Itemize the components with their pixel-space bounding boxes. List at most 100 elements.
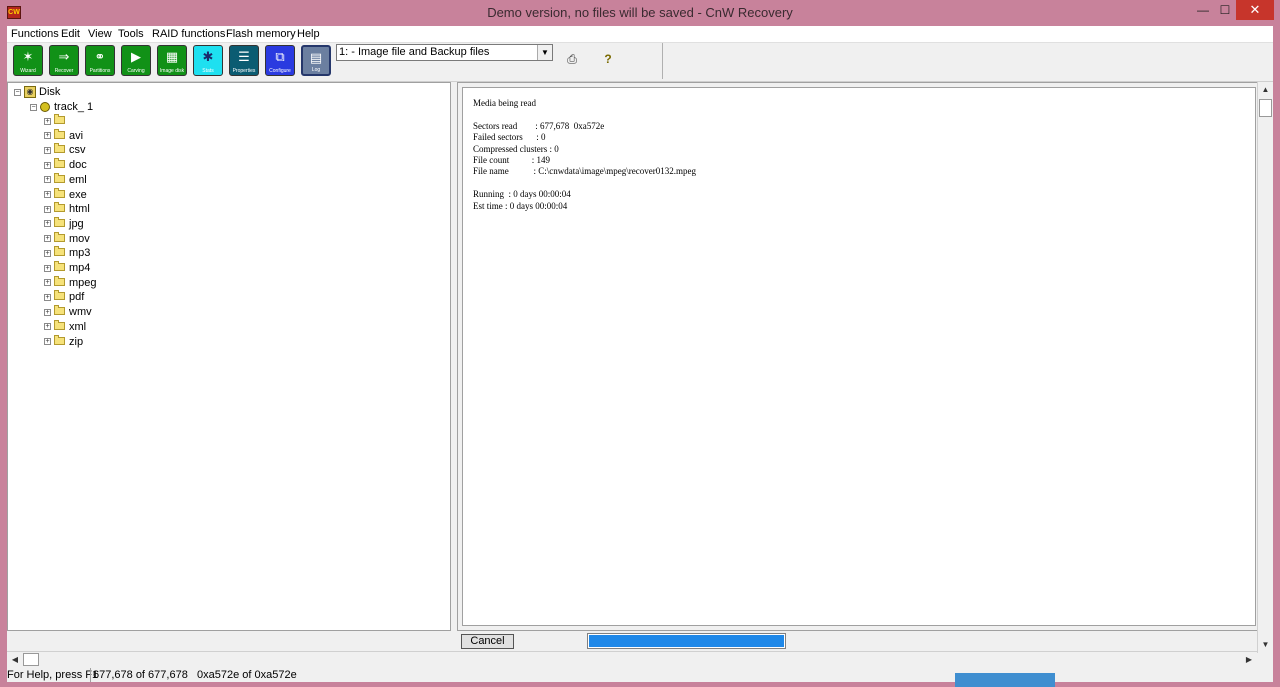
tree-folder-item[interactable]: + xml: [44, 319, 86, 334]
status-help-text: For Help, press F1: [7, 669, 99, 681]
tree-node-label: track_ 1: [54, 101, 94, 113]
folder-icon: [54, 305, 65, 316]
tree-node-track[interactable]: − track_ 1: [30, 100, 93, 114]
configure-button[interactable]: ⧉ Configure: [265, 45, 295, 76]
tree-folder-item[interactable]: + html: [44, 202, 90, 216]
expand-icon[interactable]: +: [44, 191, 51, 199]
chevron-down-icon[interactable]: ▼: [537, 45, 552, 60]
wizard-button[interactable]: ✶ Wizard: [13, 45, 43, 76]
expand-icon[interactable]: +: [44, 279, 51, 287]
title-bar: CW Demo version, no files will be saved …: [0, 0, 1280, 26]
tree-folder-item[interactable]: + csv: [44, 143, 86, 157]
scroll-thumb[interactable]: [1259, 99, 1272, 117]
disk-icon: ◉: [24, 86, 36, 99]
expand-icon[interactable]: +: [44, 235, 51, 243]
scroll-thumb[interactable]: [23, 653, 39, 666]
maximize-button[interactable]: ☐: [1214, 0, 1236, 20]
tree-folder-item[interactable]: + doc: [44, 158, 87, 172]
folder-icon: [54, 319, 65, 330]
help-icon[interactable]: ?: [602, 52, 614, 66]
image-disk-button[interactable]: ▦ Image disk: [157, 45, 187, 76]
menu-raid-functions[interactable]: RAID functions: [149, 26, 228, 42]
minimize-button[interactable]: —: [1192, 0, 1214, 20]
tree-node-disk[interactable]: − ◉ Disk: [14, 85, 60, 99]
scroll-down-icon[interactable]: ▼: [1258, 637, 1273, 653]
toolbar: ✶ Wizard ⇒ Recover ⚭ Partitions ▶ Carvin…: [7, 43, 1273, 82]
tree-folder-item[interactable]: + jpg: [44, 216, 84, 231]
log-frame: Media being read Sectors read : 677,678 …: [457, 82, 1273, 631]
menu-tools[interactable]: Tools: [115, 26, 147, 42]
tree-folder-item[interactable]: + mov: [44, 231, 90, 246]
close-button[interactable]: ✕: [1236, 0, 1274, 20]
tree-folder-item[interactable]: + eml: [44, 172, 87, 187]
recover-button[interactable]: ⇒ Recover: [49, 45, 79, 76]
tree-folder-item[interactable]: + mpeg: [44, 275, 97, 290]
wizard-button-label: Wizard: [20, 68, 36, 74]
log-stat-value: 677,678 0xa572e: [540, 120, 605, 131]
expand-icon[interactable]: +: [44, 249, 51, 257]
folder-icon: [54, 202, 65, 213]
tree-folder-item[interactable]: + zip: [44, 334, 83, 349]
folder-icon: [54, 128, 65, 139]
media-select[interactable]: 1: - Image file and Backup files ▼: [336, 44, 553, 61]
scroll-up-icon[interactable]: ▲: [1258, 82, 1273, 98]
log-button[interactable]: ▤ Log: [301, 45, 331, 76]
expand-icon[interactable]: +: [44, 264, 51, 272]
partitions-button[interactable]: ⚭ Partitions: [85, 45, 115, 76]
recover-arrow-icon: ⇒: [58, 49, 70, 64]
tree-folder-item[interactable]: + exe: [44, 187, 87, 202]
expand-icon[interactable]: +: [44, 308, 51, 316]
tree-folder-item[interactable]: + pdf: [44, 290, 84, 304]
progress-fill: [589, 635, 784, 647]
log-pane: Media being read Sectors read : 677,678 …: [462, 87, 1256, 626]
scroll-left-icon[interactable]: ◀: [7, 652, 23, 667]
log-stat-value: C:\cnwdata\image\mpeg\recover0132.mpeg: [538, 166, 696, 177]
menu-help[interactable]: Help: [294, 26, 323, 42]
expand-icon[interactable]: +: [44, 146, 51, 154]
expand-icon[interactable]: +: [44, 323, 51, 331]
folder-icon: [54, 290, 65, 301]
tree-folder-item[interactable]: + mp3: [44, 246, 90, 260]
collapse-icon[interactable]: −: [14, 88, 21, 96]
log-running: Running : 0 days 00:00:04: [473, 189, 571, 200]
log-stat-label: Sectors read: [473, 120, 533, 131]
vertical-scrollbar[interactable]: ▲ ▼: [1257, 82, 1273, 653]
menu-functions[interactable]: Functions: [8, 26, 62, 42]
tree-folder-item[interactable]: + wmv: [44, 305, 92, 319]
image-disk-button-label: Image disk: [159, 68, 185, 74]
horizontal-scrollbar[interactable]: ◀ ▶: [7, 651, 1257, 667]
expand-icon[interactable]: +: [44, 338, 51, 346]
expand-icon[interactable]: +: [44, 205, 51, 213]
tree-folder-item[interactable]: + avi: [44, 128, 84, 143]
collapse-icon[interactable]: −: [30, 103, 37, 111]
expand-icon[interactable]: +: [44, 220, 51, 228]
tree-folder-label: avi: [69, 129, 84, 142]
carving-button[interactable]: ▶ Carving: [121, 45, 151, 76]
expand-icon[interactable]: +: [44, 176, 51, 184]
print-icon[interactable]: ⎙: [565, 53, 579, 65]
menu-view[interactable]: View: [85, 26, 115, 42]
expand-icon[interactable]: +: [44, 117, 51, 125]
status-bar: For Help, press F1 677,678 of 677,678 0x…: [7, 668, 1273, 682]
cancel-button[interactable]: Cancel: [461, 634, 514, 649]
menu-flash-memory[interactable]: Flash memory: [223, 26, 299, 42]
scroll-right-icon[interactable]: ▶: [1241, 652, 1257, 667]
partitions-rings-icon: ⚭: [94, 49, 106, 64]
expand-icon[interactable]: +: [44, 293, 51, 301]
expand-icon[interactable]: +: [44, 161, 51, 169]
taskbar-edge: [955, 673, 1055, 687]
tree-folder-label: mp3: [69, 247, 91, 260]
log-stat-label: Failed sectors: [473, 132, 534, 143]
window-title: Demo version, no files will be saved - C…: [487, 5, 793, 20]
tree-folder-item[interactable]: + mp4: [44, 261, 90, 275]
tree-pane[interactable]: − ◉ Disk − track_ 1 + + avi + csv + doc + eml + exe + h…: [7, 82, 451, 631]
menu-edit[interactable]: Edit: [58, 26, 83, 42]
stats-button[interactable]: ✱ Stats: [193, 45, 223, 76]
expand-icon[interactable]: +: [44, 132, 51, 140]
tree-folder-item[interactable]: +: [44, 114, 69, 128]
properties-button[interactable]: ☰ Properties: [229, 45, 259, 76]
log-stat-value: 0: [554, 143, 559, 154]
configure-button-label: Configure: [269, 68, 291, 74]
folder-icon: [54, 143, 65, 154]
tree-folder-label: html: [69, 203, 90, 216]
